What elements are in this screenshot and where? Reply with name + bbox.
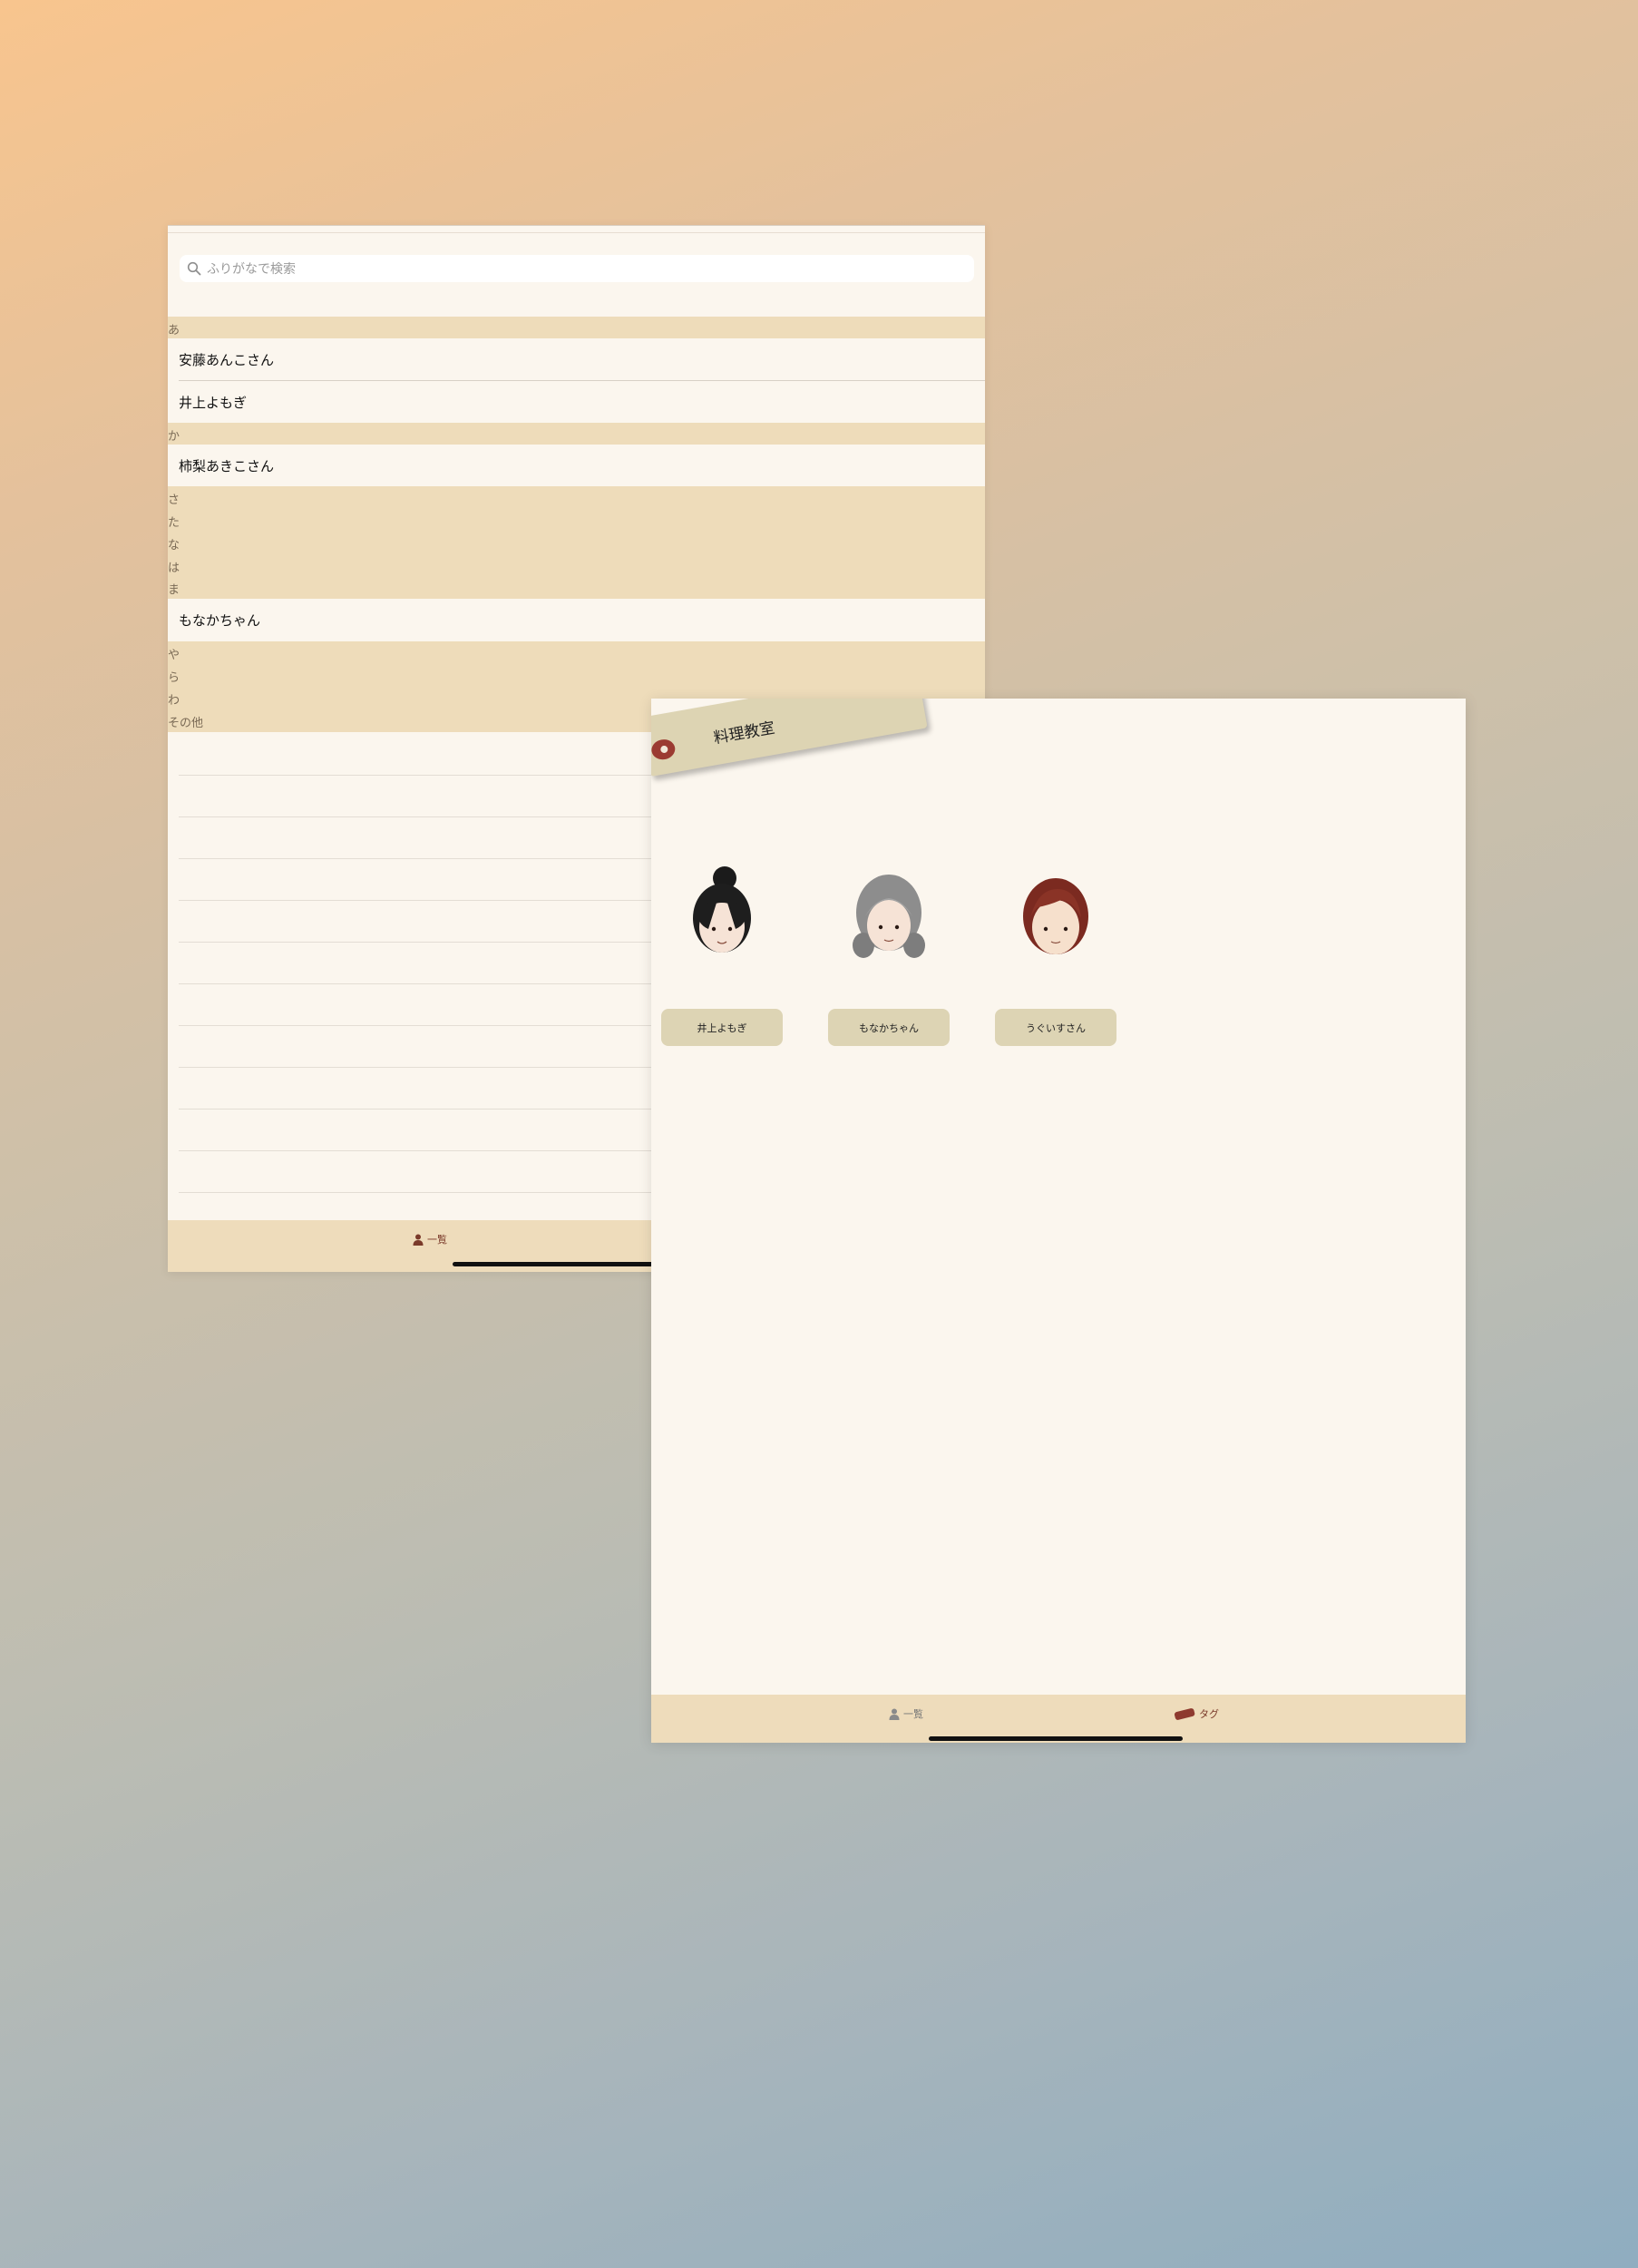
section-label: さ [168, 494, 180, 507]
contact-name: 井上よもぎ [179, 394, 248, 411]
tab-bar: 一覧 タグ [651, 1695, 1466, 1743]
list-item[interactable]: 安藤あんこさん [168, 338, 985, 380]
member-card[interactable]: もなかちゃん [828, 865, 950, 1046]
section-label: や [168, 649, 180, 662]
section-label: ら [168, 671, 180, 685]
list-item[interactable]: 井上よもぎ [168, 381, 985, 423]
section-label: わ [168, 694, 180, 708]
search-placeholder: ふりがなで検索 [207, 262, 296, 277]
person-icon [889, 1708, 900, 1720]
tag-shape [651, 699, 928, 777]
section-label: な [168, 539, 180, 552]
section-label: た [168, 516, 180, 530]
tab-label: タグ [1199, 1708, 1219, 1720]
top-divider-secondary [168, 232, 985, 233]
auburn-bob-hair-avatar [1023, 878, 1088, 954]
section-label: か [168, 430, 180, 444]
contact-name: もなかちゃん [179, 611, 261, 629]
tag-detail-window: 料理教室 井上よもぎ もなかちゃん うぐいすさん 一覧 タグ [651, 699, 1466, 1743]
contact-name: 柿梨あきこさん [179, 457, 275, 474]
top-divider [168, 225, 985, 226]
member-name: うぐいすさん [1026, 1022, 1086, 1034]
section-header-ka: か [168, 423, 985, 445]
member-name-button[interactable]: 井上よもぎ [661, 1009, 783, 1046]
person-icon [413, 1234, 424, 1246]
tab-label: 一覧 [903, 1708, 923, 1720]
section-header-a: あ [168, 317, 985, 338]
tab-label: 一覧 [427, 1234, 447, 1246]
tag-icon [1174, 1708, 1195, 1720]
contact-name: 安藤あんこさん [179, 351, 275, 368]
member-name-button[interactable]: うぐいすさん [995, 1009, 1116, 1046]
member-name: 井上よもぎ [697, 1022, 747, 1034]
section-headers-sa-to-ma: さ た な は ま [168, 486, 985, 599]
tab-list[interactable]: 一覧 [413, 1232, 447, 1246]
list-item[interactable]: 柿梨あきこさん [168, 445, 985, 486]
tab-list[interactable]: 一覧 [889, 1706, 923, 1721]
section-label: あ [168, 324, 180, 337]
member-name: もなかちゃん [859, 1022, 919, 1034]
section-label: ま [168, 583, 180, 597]
tag-label[interactable]: 料理教室 [651, 699, 928, 780]
black-bun-hair-avatar [693, 866, 751, 953]
gray-wavy-hair-avatar [853, 875, 925, 958]
tab-tag[interactable]: タグ [1174, 1706, 1219, 1721]
section-label: その他 [168, 717, 204, 730]
list-item[interactable]: もなかちゃん [168, 599, 985, 640]
search-input[interactable]: ふりがなで検索 [180, 255, 974, 282]
search-icon [187, 261, 201, 276]
member-card[interactable]: うぐいすさん [995, 865, 1116, 1046]
member-name-button[interactable]: もなかちゃん [828, 1009, 950, 1046]
section-label: は [168, 562, 180, 575]
member-card[interactable]: 井上よもぎ [661, 865, 783, 1046]
home-indicator[interactable] [929, 1736, 1183, 1741]
